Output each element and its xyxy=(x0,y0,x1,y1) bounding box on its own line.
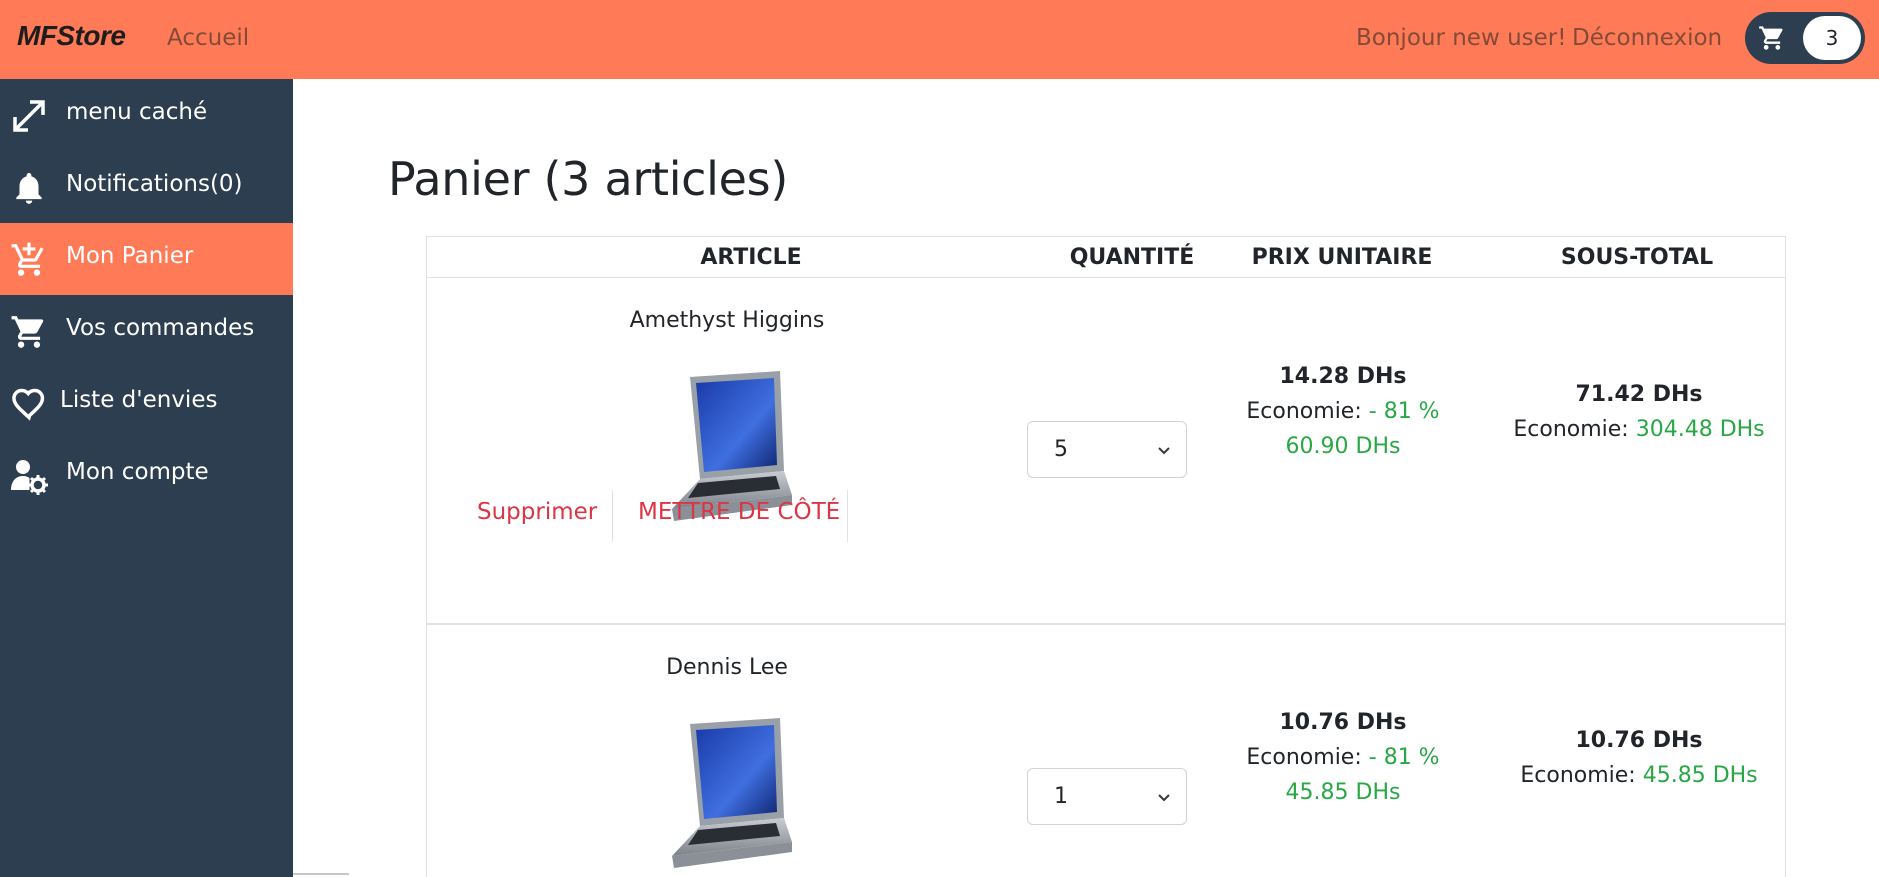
cart-icon xyxy=(10,313,48,351)
quantity-select[interactable]: 5 xyxy=(1027,421,1187,478)
product-image[interactable] xyxy=(652,714,802,877)
subtotal: 71.42 DHs xyxy=(1575,382,1703,407)
subtotal-block: 10.76 DHs Economie: 45.85 DHs xyxy=(1509,723,1769,793)
action-divider xyxy=(847,490,848,542)
quantity-value: 1 xyxy=(1054,784,1068,809)
product-name: Amethyst Higgins xyxy=(629,308,825,333)
unit-price: 14.28 DHs xyxy=(1279,364,1407,389)
chevron-down-icon xyxy=(1156,442,1172,458)
sidebar-item-orders[interactable]: Vos commandes xyxy=(0,295,293,367)
save-for-later-button[interactable]: METTRE DE CÔTÉ xyxy=(638,499,840,525)
unit-saving: 45.85 DHs xyxy=(1285,780,1401,805)
sidebar-item-label: Notifications(0) xyxy=(66,171,243,197)
savings-label: Economie: xyxy=(1513,417,1629,442)
sidebar-item-label: Mon Panier xyxy=(66,243,194,269)
savings-label: Economie: xyxy=(1246,399,1362,424)
scrollbar-hint xyxy=(293,873,349,875)
sidebar-item-account[interactable]: Mon compte xyxy=(0,439,293,511)
subtotal-saving: 304.48 DHs xyxy=(1635,417,1765,442)
sidebar-item-label: menu caché xyxy=(66,99,208,125)
action-divider xyxy=(612,490,613,542)
cart-count-badge: 3 xyxy=(1803,16,1861,60)
unit-saving: 60.90 DHs xyxy=(1285,434,1401,459)
chevron-down-icon xyxy=(1156,789,1172,805)
logout-link[interactable]: Déconnexion xyxy=(1572,25,1722,51)
column-header-article: ARTICLE xyxy=(700,245,802,270)
column-header-unit-price: PRIX UNITAIRE xyxy=(1251,245,1433,270)
column-header-subtotal: SOUS-TOTAL xyxy=(1560,245,1714,270)
sidebar: menu caché Notifications(0) Mon Panier V… xyxy=(0,79,293,877)
sidebar-item-wishlist[interactable]: Liste d'envies xyxy=(0,367,293,439)
sidebar-item-label: Liste d'envies xyxy=(60,387,218,413)
sidebar-item-my-cart[interactable]: Mon Panier xyxy=(0,223,293,295)
sidebar-item-label: Vos commandes xyxy=(66,315,255,341)
heart-icon xyxy=(10,385,48,423)
expand-arrows-icon xyxy=(10,97,48,135)
cart-icon xyxy=(1745,24,1799,52)
bell-icon xyxy=(10,169,48,207)
page-title: Panier (3 articles) xyxy=(388,152,788,206)
nav-link-home[interactable]: Accueil xyxy=(167,25,249,51)
savings-label: Economie: xyxy=(1520,763,1636,788)
subtotal-block: 71.42 DHs Economie: 304.48 DHs xyxy=(1509,377,1769,447)
cart-plus-icon xyxy=(10,241,48,279)
subtotal-saving: 45.85 DHs xyxy=(1642,763,1758,788)
unit-discount: - 81 % xyxy=(1368,745,1440,770)
unit-discount: - 81 % xyxy=(1368,399,1440,424)
top-navbar: MFStore Accueil Bonjour new user! Déconn… xyxy=(0,0,1879,79)
quantity-value: 5 xyxy=(1054,437,1068,462)
savings-label: Economie: xyxy=(1246,745,1362,770)
sidebar-item-label: Mon compte xyxy=(66,459,209,485)
unit-price-block: 14.28 DHs Economie: - 81 % 60.90 DHs xyxy=(1213,359,1473,464)
brand-logo[interactable]: MFStore xyxy=(17,20,126,52)
unit-price: 10.76 DHs xyxy=(1279,710,1407,735)
cart-button[interactable]: 3 xyxy=(1745,12,1865,64)
column-header-quantity: QUANTITÉ xyxy=(1069,245,1195,270)
quantity-select[interactable]: 1 xyxy=(1027,768,1187,825)
sidebar-item-hide-menu[interactable]: menu caché xyxy=(0,79,293,151)
delete-button[interactable]: Supprimer xyxy=(477,499,597,525)
unit-price-block: 10.76 DHs Economie: - 81 % 45.85 DHs xyxy=(1213,705,1473,810)
header-divider xyxy=(427,277,1785,278)
user-greeting: Bonjour new user! xyxy=(1356,25,1567,51)
row-divider xyxy=(427,623,1785,625)
user-gear-icon xyxy=(10,457,48,495)
product-name: Dennis Lee xyxy=(666,655,788,680)
cart-table: ARTICLE QUANTITÉ PRIX UNITAIRE SOUS-TOTA… xyxy=(426,236,1786,877)
sidebar-item-notifications[interactable]: Notifications(0) xyxy=(0,151,293,223)
subtotal: 10.76 DHs xyxy=(1575,728,1703,753)
